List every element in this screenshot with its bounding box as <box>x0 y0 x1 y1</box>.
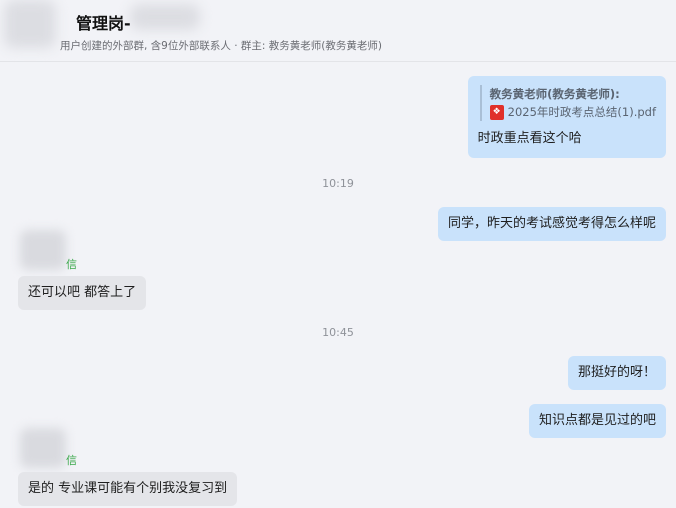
message-text: 知识点都是见过的吧 <box>538 413 656 428</box>
message-text: 时政重点看这个哈 <box>477 131 582 146</box>
timestamp: 10:45 <box>322 326 354 339</box>
chat-header: 管理岗- 用户创建的外部群, 含9位外部联系人 · 群主: 教务黄老师(教务黄老… <box>0 0 676 62</box>
message-text: 同学，昨天的考试感觉考得怎么样呢 <box>447 216 656 231</box>
chat-title[interactable]: 管理岗- <box>76 10 131 34</box>
sender-name: 信 <box>66 258 77 271</box>
message-bubble[interactable]: 知识点都是见过的吧 <box>528 404 666 438</box>
message-text: 那挺好的呀！ <box>577 365 656 380</box>
message-bubble[interactable]: 那挺好的呀！ <box>567 356 666 390</box>
sender-avatar[interactable] <box>20 230 66 270</box>
group-avatar[interactable] <box>4 0 56 48</box>
quoted-message[interactable]: 教务黄老师(教务黄老师): ❖ 2025年时政考点总结(1).pdf <box>479 85 656 121</box>
message-bubble[interactable]: 同学，昨天的考试感觉考得怎么样呢 <box>437 207 666 241</box>
quoted-file-name: 2025年时政考点总结(1).pdf <box>507 105 656 119</box>
message-list[interactable]: 教务黄老师(教务黄老师): ❖ 2025年时政考点总结(1).pdf 时政重点看… <box>0 62 676 508</box>
message-text: 还可以吧 都答上了 <box>28 285 137 300</box>
message-bubble[interactable]: 教务黄老师(教务黄老师): ❖ 2025年时政考点总结(1).pdf 时政重点看… <box>467 76 666 158</box>
chat-subtitle: 用户创建的外部群, 含9位外部联系人 · 群主: 教务黄老师(教务黄老师) <box>60 40 382 52</box>
pdf-file-icon: ❖ <box>489 104 504 120</box>
message-bubble[interactable]: 是的 专业课可能有个别我没复习到 <box>18 472 238 506</box>
sender-name: 信 <box>66 454 77 467</box>
timestamp: 10:19 <box>322 177 354 190</box>
quoted-file[interactable]: ❖ 2025年时政考点总结(1).pdf <box>489 103 656 121</box>
sender-avatar[interactable] <box>20 428 66 468</box>
title-redaction <box>130 4 200 30</box>
message-text: 是的 专业课可能有个别我没复习到 <box>28 481 228 496</box>
quoted-sender: 教务黄老师(教务黄老师): <box>489 87 620 101</box>
message-bubble[interactable]: 还可以吧 都答上了 <box>18 276 147 310</box>
